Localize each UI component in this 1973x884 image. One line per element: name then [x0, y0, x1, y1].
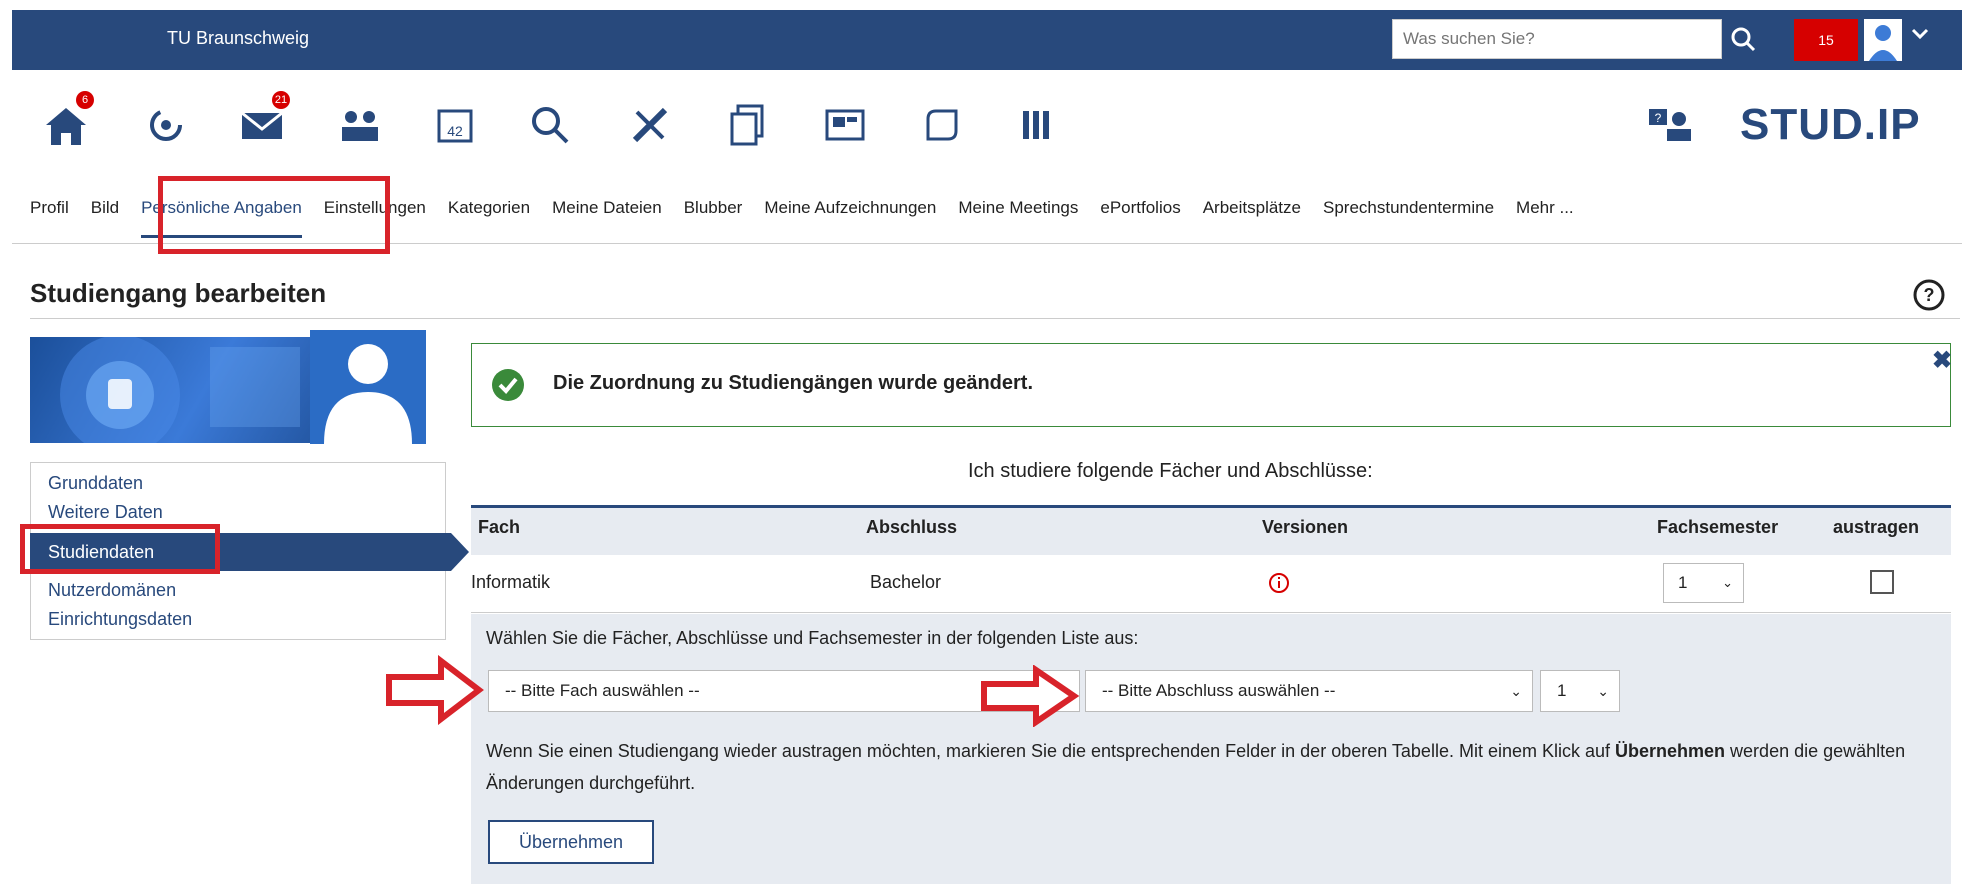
sidebar-item-nutzerdomaenen[interactable]: Nutzerdomänen	[48, 580, 176, 601]
svg-text:42: 42	[447, 123, 463, 139]
info-text-1: Wenn Sie einen Studiengang wieder austra…	[486, 741, 1616, 761]
studip-logo[interactable]: STUD.IP	[1740, 100, 1921, 150]
community-icon[interactable]	[330, 95, 390, 155]
barcode-icon[interactable]	[1007, 95, 1067, 155]
abschluss-select-value: -- Bitte Abschluss auswählen --	[1102, 681, 1336, 700]
austragen-checkbox[interactable]	[1870, 570, 1894, 594]
header-abschluss: Abschluss	[866, 517, 958, 537]
home-icon[interactable]: 6	[36, 91, 96, 155]
help-people-icon[interactable]: ?	[1640, 95, 1700, 155]
home-badge: 6	[76, 91, 94, 109]
search-button[interactable]	[1724, 20, 1764, 60]
row-divider	[471, 612, 1951, 613]
sidebar-item-weitere-daten[interactable]: Weitere Daten	[48, 502, 163, 523]
form-prompt: Wählen Sie die Fächer, Abschlüsse und Fa…	[486, 628, 1139, 648]
portfolio-icon[interactable]	[912, 95, 972, 155]
annotation-arrow-icon	[386, 655, 484, 725]
activity-icon[interactable]	[136, 95, 196, 155]
tab-sprechstundentermine[interactable]: Sprechstundentermine	[1323, 198, 1494, 238]
brand-label[interactable]: TU Braunschweig	[167, 28, 309, 49]
search-input[interactable]	[1392, 19, 1722, 59]
search-nav-icon[interactable]	[520, 95, 580, 155]
semester-select[interactable]: 1 ⌄	[1540, 670, 1620, 712]
success-message-text: Die Zuordnung zu Studiengängen wurde geä…	[553, 372, 1033, 394]
info-warning-icon[interactable]	[1268, 572, 1290, 599]
apply-button[interactable]: Übernehmen	[488, 820, 654, 864]
close-icon[interactable]: ✖	[1932, 346, 1952, 375]
form-info-text: Wenn Sie einen Studiengang wieder austra…	[486, 735, 1936, 799]
header-fach: Fach	[478, 517, 521, 537]
page-title: Studiengang bearbeiten	[30, 278, 327, 308]
header-austragen: austragen	[1833, 517, 1920, 537]
tab-kategorien[interactable]: Kategorien	[448, 198, 530, 238]
tab-profil[interactable]: Profil	[30, 198, 69, 238]
fach-select-value: -- Bitte Fach auswählen --	[505, 681, 700, 700]
tab-meine-dateien[interactable]: Meine Dateien	[552, 198, 662, 238]
svg-text:?: ?	[1655, 111, 1662, 125]
calendar-icon[interactable]: 42	[425, 95, 485, 155]
messages-badge: 21	[272, 91, 290, 109]
tab-mehr[interactable]: Mehr ...	[1516, 198, 1574, 238]
sidebar-highlight-box	[20, 524, 220, 574]
profile-avatar-icon	[310, 330, 426, 444]
layout-icon[interactable]	[815, 95, 875, 155]
tab-arbeitsplaetze[interactable]: Arbeitsplätze	[1203, 198, 1301, 238]
chevron-down-icon: ⌄	[1510, 683, 1522, 699]
notification-counter[interactable]: 15	[1794, 19, 1858, 61]
tab-meine-aufzeichnungen[interactable]: Meine Aufzeichnungen	[764, 198, 936, 238]
info-text-bold: Übernehmen	[1615, 741, 1726, 761]
user-avatar-icon[interactable]	[1864, 19, 1902, 61]
tab-highlight-box	[158, 176, 390, 254]
semester-select-value: 1	[1557, 681, 1567, 700]
row-semester-value: 1	[1678, 573, 1688, 592]
title-divider	[30, 318, 1960, 319]
tab-blubber[interactable]: Blubber	[684, 198, 743, 238]
files-icon[interactable]	[718, 95, 778, 155]
abschluss-select[interactable]: -- Bitte Abschluss auswählen -- ⌄	[1085, 670, 1533, 712]
sidebar-item-grunddaten[interactable]: Grunddaten	[48, 473, 143, 494]
table-caption: Ich studiere folgende Fächer und Abschlü…	[968, 460, 1373, 482]
header-versionen: Versionen	[1262, 517, 1349, 537]
tab-bild[interactable]: Bild	[91, 198, 119, 238]
header-fachsemester: Fachsemester	[1657, 517, 1779, 537]
sidebar-item-einrichtungsdaten[interactable]: Einrichtungsdaten	[48, 609, 192, 630]
sidebar-active-arrow	[451, 533, 469, 571]
messages-icon[interactable]: 21	[232, 91, 292, 155]
chevron-down-icon: ⌄	[1597, 683, 1609, 699]
tab-meine-meetings[interactable]: Meine Meetings	[958, 198, 1078, 238]
annotation-arrow-icon	[981, 665, 1080, 727]
chevron-down-icon[interactable]	[1910, 24, 1930, 50]
chevron-down-icon: ⌄	[1722, 575, 1733, 590]
search-icon	[1731, 27, 1756, 52]
help-icon[interactable]: ?	[1912, 278, 1946, 312]
svg-text:?: ?	[1924, 285, 1935, 305]
tools-icon[interactable]	[620, 95, 680, 155]
tab-eportfolios[interactable]: ePortfolios	[1100, 198, 1180, 238]
row-abschluss: Bachelor	[870, 572, 942, 592]
row-semester-select[interactable]: 1 ⌄	[1663, 563, 1744, 603]
row-fach: Informatik	[471, 572, 551, 592]
top-bar: TU Braunschweig 15	[12, 10, 1962, 70]
check-circle-icon	[491, 368, 525, 402]
